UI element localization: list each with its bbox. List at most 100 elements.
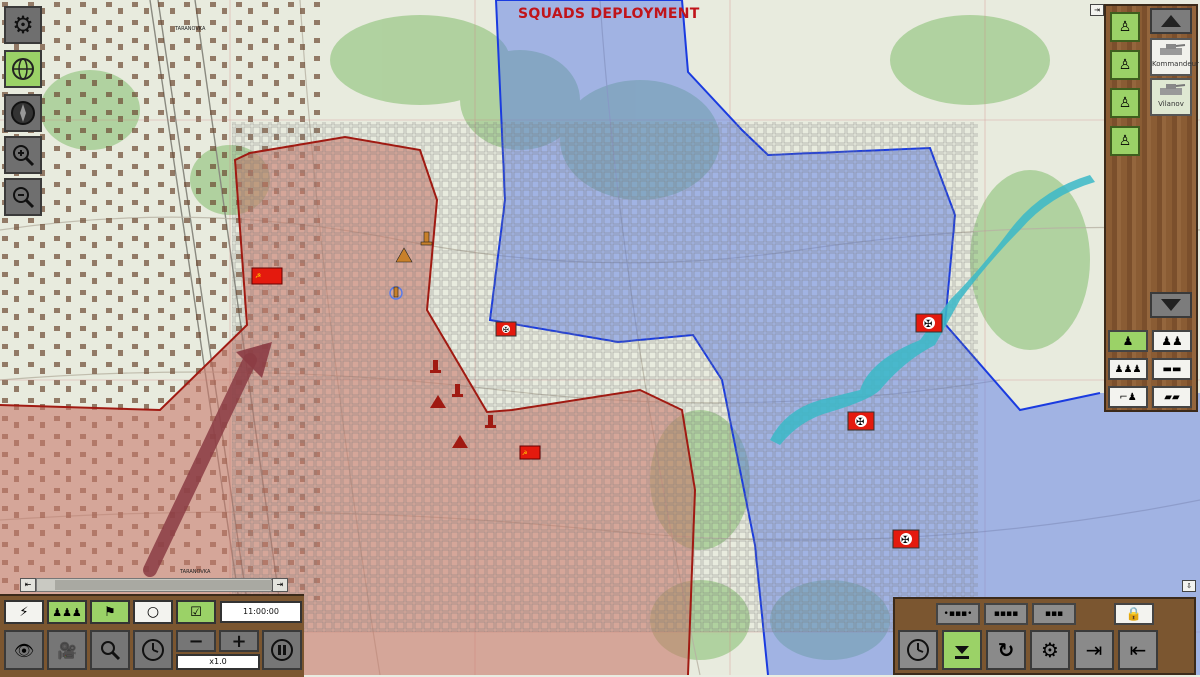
globe-icon (12, 58, 34, 80)
compass-icon (11, 101, 35, 125)
binoculars-button[interactable]: 👁 (4, 630, 44, 670)
gear-icon: ⚙ (12, 11, 34, 39)
camera-icon: 🎥 (57, 640, 77, 660)
camera-button[interactable]: 🎥 (47, 630, 87, 670)
squad-slot[interactable]: ♙ (1110, 50, 1140, 80)
gear-half-icon: ⚙ (1041, 638, 1059, 662)
tank-filter-button[interactable]: ▬▬ (1152, 358, 1192, 380)
svg-text:✠: ✠ (856, 417, 864, 428)
column-formation-icon: ▪▪▪▪ (993, 609, 1019, 619)
speed-up-button[interactable]: + (219, 630, 259, 652)
place-label: TARANOVKA (174, 26, 206, 32)
game-clock: 11:00:00 (220, 601, 302, 623)
world-button[interactable] (4, 50, 42, 88)
enter-icon: ⇥ (1085, 638, 1103, 662)
compass-button[interactable] (4, 94, 42, 132)
circle-icon: ○ (146, 604, 160, 620)
clock-icon (142, 639, 164, 661)
speed-down-button[interactable]: − (176, 630, 216, 652)
truck-icon: ▰▰ (1164, 391, 1180, 403)
squads-icon: ♟♟♟ (1114, 363, 1142, 375)
rotate-button[interactable]: ↻ (986, 630, 1026, 670)
soviet-unit-flag[interactable]: ☭ (251, 267, 283, 285)
expand-panel-button[interactable]: ⇩ (1182, 580, 1196, 592)
artillery-icon: ⌐♟ (1119, 391, 1137, 403)
clock-button[interactable] (133, 630, 173, 670)
unit-card[interactable]: Vilanov (1150, 78, 1192, 116)
scroll-left-button[interactable]: ⇤ (20, 578, 36, 592)
unit-card-label: Vilanov (1158, 100, 1184, 108)
lock-icon: 🔒 (1125, 606, 1143, 622)
flag-button[interactable]: ⚑ (90, 600, 130, 624)
binoculars-icon: 👁 (13, 640, 35, 660)
squad-slot[interactable]: ♙ (1110, 12, 1140, 42)
squad-icon: ♙ (1118, 95, 1132, 111)
timer-button[interactable] (898, 630, 938, 670)
pause-button[interactable] (262, 630, 302, 670)
truck-filter-button[interactable]: ▰▰ (1152, 386, 1192, 408)
pause-icon (271, 639, 293, 661)
armor-filter-button[interactable]: ♟♟ (1152, 330, 1192, 352)
artillery-filter-button[interactable]: ⌐♟ (1108, 386, 1148, 408)
crew-icon: ♟♟ (1161, 334, 1183, 348)
scroll-thumb[interactable] (55, 580, 285, 590)
tank-icon: ▬▬ (1162, 363, 1182, 375)
mode-title: SQUADS DEPLOYMENT (518, 6, 700, 22)
plus-icon: + (231, 630, 247, 652)
block-formation-button[interactable]: ▪▪▪ (1032, 603, 1076, 625)
checkbox-button[interactable]: ☑ (176, 600, 216, 624)
exit-button[interactable]: ⇤ (1118, 630, 1158, 670)
arrow-down-icon (1161, 299, 1181, 311)
squad-icon: ♙ (1118, 133, 1132, 149)
tactical-map[interactable]: TARANOVKA TARANOVKA ☭ ☭ ✠ ✠ ✠ ✠ (0, 0, 1200, 675)
flag-icon: ⚑ (104, 604, 116, 620)
circle-button[interactable]: ○ (133, 600, 173, 624)
svg-text:☭: ☭ (522, 450, 527, 457)
scroll-right-button[interactable]: ⇥ (272, 578, 288, 592)
german-unit-flag[interactable]: ✠ (847, 411, 875, 431)
deploy-button[interactable] (942, 630, 982, 670)
zoom-out-button[interactable] (4, 178, 42, 216)
clock-icon (907, 639, 929, 661)
squad-icon: ♙ (1118, 19, 1132, 35)
line-formation-icon: •▪▪▪• (943, 609, 973, 619)
german-unit-flag[interactable]: ✠ (892, 529, 920, 549)
scroll-up-button[interactable] (1150, 8, 1192, 34)
unit-card[interactable]: Kommandeur (1150, 38, 1199, 76)
infantry-icon: ♟ (1122, 334, 1134, 348)
rotate-icon: ↻ (997, 638, 1015, 662)
speed-readout: x1.0 (176, 654, 260, 670)
squads-filter-button[interactable]: ♟♟♟ (1108, 358, 1148, 380)
arrow-up-icon (1161, 15, 1181, 27)
enter-button[interactable]: ⇥ (1074, 630, 1114, 670)
unit-card-label: Kommandeur (1152, 60, 1199, 68)
place-label: TARANOVKA (179, 569, 211, 575)
zoom-in-icon (13, 145, 35, 167)
lock-button[interactable]: 🔒 (1114, 603, 1154, 625)
svg-text:✠: ✠ (924, 319, 932, 330)
collapse-panel-button[interactable]: ⇥ (1090, 4, 1104, 16)
squad-slot[interactable]: ♙ (1110, 88, 1140, 118)
zoom-out-icon (13, 187, 35, 209)
timeline-scrollbar[interactable] (36, 578, 285, 592)
magnifier-icon (101, 641, 121, 661)
svg-text:☭: ☭ (255, 272, 261, 280)
squad-icon: ♟♟♟ (52, 605, 82, 619)
tank-icon (1160, 84, 1186, 95)
column-formation-button[interactable]: ▪▪▪▪ (984, 603, 1028, 625)
zoom-in-button[interactable] (4, 136, 42, 174)
minus-icon: − (188, 630, 204, 652)
squad-slot[interactable]: ♙ (1110, 126, 1140, 156)
line-formation-button[interactable]: •▪▪▪• (936, 603, 980, 625)
soviet-unit-flag[interactable]: ☭ (519, 445, 541, 460)
settings-button[interactable]: ⚙ (4, 6, 42, 44)
squad-view-button[interactable]: ♟♟♟ (47, 600, 87, 624)
gear-half-button[interactable]: ⚙ (1030, 630, 1070, 670)
infantry-filter-button[interactable]: ♟ (1108, 330, 1148, 352)
german-unit-flag[interactable]: ✠ (915, 313, 943, 333)
lightning-button[interactable]: ⚡ (4, 600, 44, 624)
svg-text:✠: ✠ (901, 535, 909, 546)
magnifier-button[interactable] (90, 630, 130, 670)
scroll-down-button[interactable] (1150, 292, 1192, 318)
german-unit-flag[interactable]: ✠ (495, 321, 517, 337)
